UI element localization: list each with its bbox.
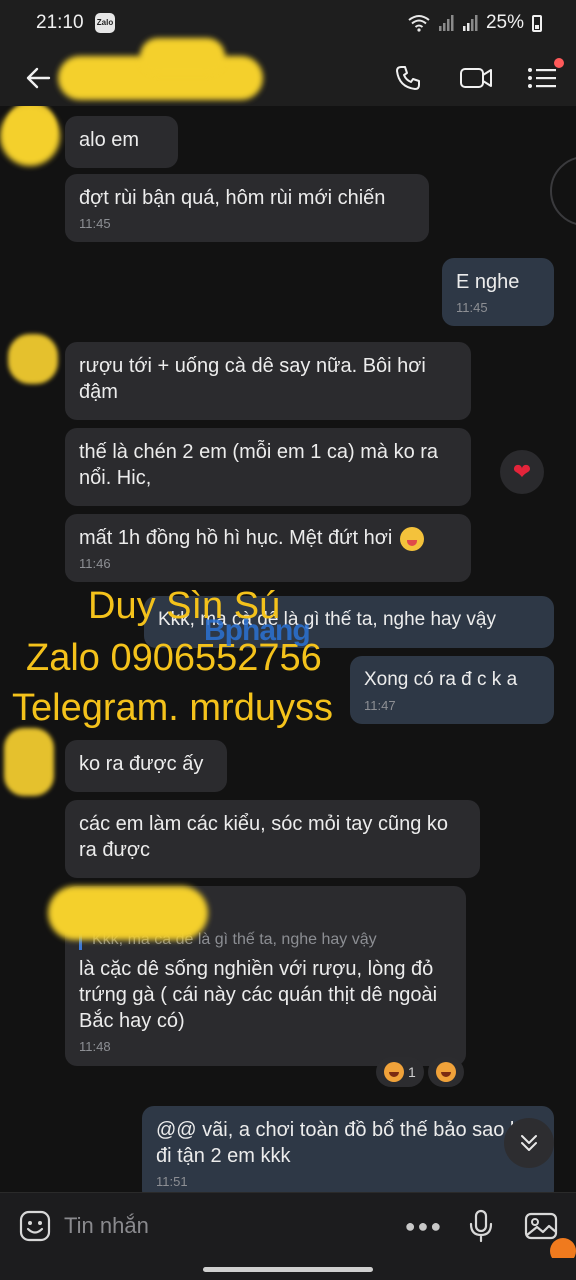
message-time: 11:46 <box>79 556 111 571</box>
wifi-icon <box>408 15 430 32</box>
message-text: E nghe <box>456 271 520 293</box>
chat-header <box>0 38 576 106</box>
message-bubble[interactable]: thế là chén 2 em (mỗi em 1 ca) mà ko ra … <box>65 428 471 506</box>
message-bubble[interactable]: đợt rùi bận quá, hôm rùi mới chiến 11:45 <box>65 174 429 242</box>
message-text: thế là chén 2 em (mỗi em 1 ca) mà ko ra … <box>79 441 439 489</box>
message-bubble-outgoing[interactable]: E nghe 11:45 <box>442 258 554 326</box>
scroll-to-bottom-button[interactable] <box>504 1118 554 1168</box>
laugh-emoji-icon <box>436 1062 456 1082</box>
sticker-button[interactable] <box>16 1207 54 1245</box>
message-text: ko ra được ấy <box>79 753 204 775</box>
system-nav-bar <box>0 1258 576 1280</box>
message-time: 11:45 <box>79 216 111 231</box>
message-text: là cặc dê sống nghiền với rượu, lòng đỏ … <box>79 958 438 1032</box>
message-time: 11:51 <box>156 1174 188 1189</box>
message-text: alo em <box>79 129 140 151</box>
more-dots-icon: ●●● <box>404 1215 444 1236</box>
message-bubble[interactable]: ko ra được ấy <box>65 740 227 792</box>
message-text: các em làm các kiểu, sóc mỏi tay cũng ko… <box>79 813 449 861</box>
message-bubble[interactable]: các em làm các kiểu, sóc mỏi tay cũng ko… <box>65 800 480 878</box>
message-text: rượu tới + uống cà dê say nữa. Bôi hơi đ… <box>79 355 426 403</box>
tongue-emoji-icon <box>399 526 424 551</box>
add-reaction-button[interactable] <box>428 1057 464 1087</box>
message-bubble-outgoing[interactable]: @@ vãi, a chơi toàn đồ bổ thế bảo sao ko… <box>142 1106 554 1192</box>
redacted-contact-name-2 <box>140 38 225 74</box>
back-arrow-icon <box>26 67 51 89</box>
avatar[interactable] <box>8 334 58 384</box>
sticker-smile-icon <box>19 1210 51 1242</box>
list-menu-icon <box>528 68 556 88</box>
double-chevron-down-icon <box>521 1135 537 1151</box>
more-options-button[interactable]: ●●● <box>402 1207 446 1245</box>
back-button[interactable] <box>16 56 60 100</box>
status-right: 25% <box>408 12 542 34</box>
video-camera-icon <box>460 68 492 88</box>
message-time: 11:45 <box>456 300 488 315</box>
message-text: @@ vãi, a chơi toàn đồ bổ thế bảo sao ko… <box>156 1119 532 1167</box>
heart-reaction-button[interactable]: ❤ <box>500 450 544 494</box>
message-time: 11:48 <box>79 1039 111 1054</box>
redacted-avatar <box>0 106 60 166</box>
microphone-icon <box>469 1209 493 1243</box>
message-text: Xong có ra đ c k a <box>364 669 518 690</box>
watermark-logo: Bphang <box>204 614 311 647</box>
notification-dot <box>554 58 564 68</box>
message-text: mất 1h đồng hồ hì hục. Mệt đứt hơi <box>79 527 393 549</box>
status-time: 21:10 <box>36 12 84 33</box>
battery-icon <box>532 14 542 32</box>
signal-icon-2 <box>462 15 478 31</box>
avatar[interactable] <box>4 728 54 796</box>
gallery-button[interactable] <box>522 1207 560 1245</box>
watermark-telegram: Telegram. mrduyss <box>12 687 333 729</box>
message-input[interactable] <box>64 1207 384 1245</box>
signal-icon-1 <box>438 15 454 31</box>
status-bar: 21:10 Zalo 25% <box>0 0 576 48</box>
reaction-count: 1 <box>408 1064 416 1080</box>
redacted-sender-name <box>48 886 208 940</box>
message-bubble-outgoing[interactable]: Xong có ra đ c k a 11:47 <box>350 656 554 724</box>
message-time: 11:47 <box>364 698 396 713</box>
message-bubble[interactable]: rượu tới + uống cà dê say nữa. Bôi hơi đ… <box>65 342 471 420</box>
menu-button[interactable] <box>520 56 564 100</box>
message-list[interactable]: alo em đợt rùi bận quá, hôm rùi mới chiế… <box>0 106 576 1192</box>
message-text: đợt rùi bận quá, hôm rùi mới chiến <box>79 187 386 209</box>
voice-record-button[interactable] <box>462 1207 500 1245</box>
image-gallery-icon <box>524 1212 558 1240</box>
laugh-emoji-icon <box>384 1062 404 1082</box>
zalo-notification-icon: Zalo <box>95 13 115 33</box>
laugh-reaction-count[interactable]: 1 <box>376 1057 424 1087</box>
message-bubble[interactable]: mất 1h đồng hồ hì hục. Mệt đứt hơi 11:46 <box>65 514 471 582</box>
video-call-button[interactable] <box>454 56 498 100</box>
phone-icon <box>396 66 420 90</box>
home-gesture-pill[interactable] <box>203 1267 373 1272</box>
battery-percent: 25% <box>485 12 524 33</box>
call-button[interactable] <box>386 56 430 100</box>
message-bubble[interactable]: alo em <box>65 116 178 168</box>
heart-icon: ❤ <box>512 459 532 484</box>
message-input-bar: ●●● <box>0 1192 576 1258</box>
side-floating-ring <box>550 156 576 226</box>
